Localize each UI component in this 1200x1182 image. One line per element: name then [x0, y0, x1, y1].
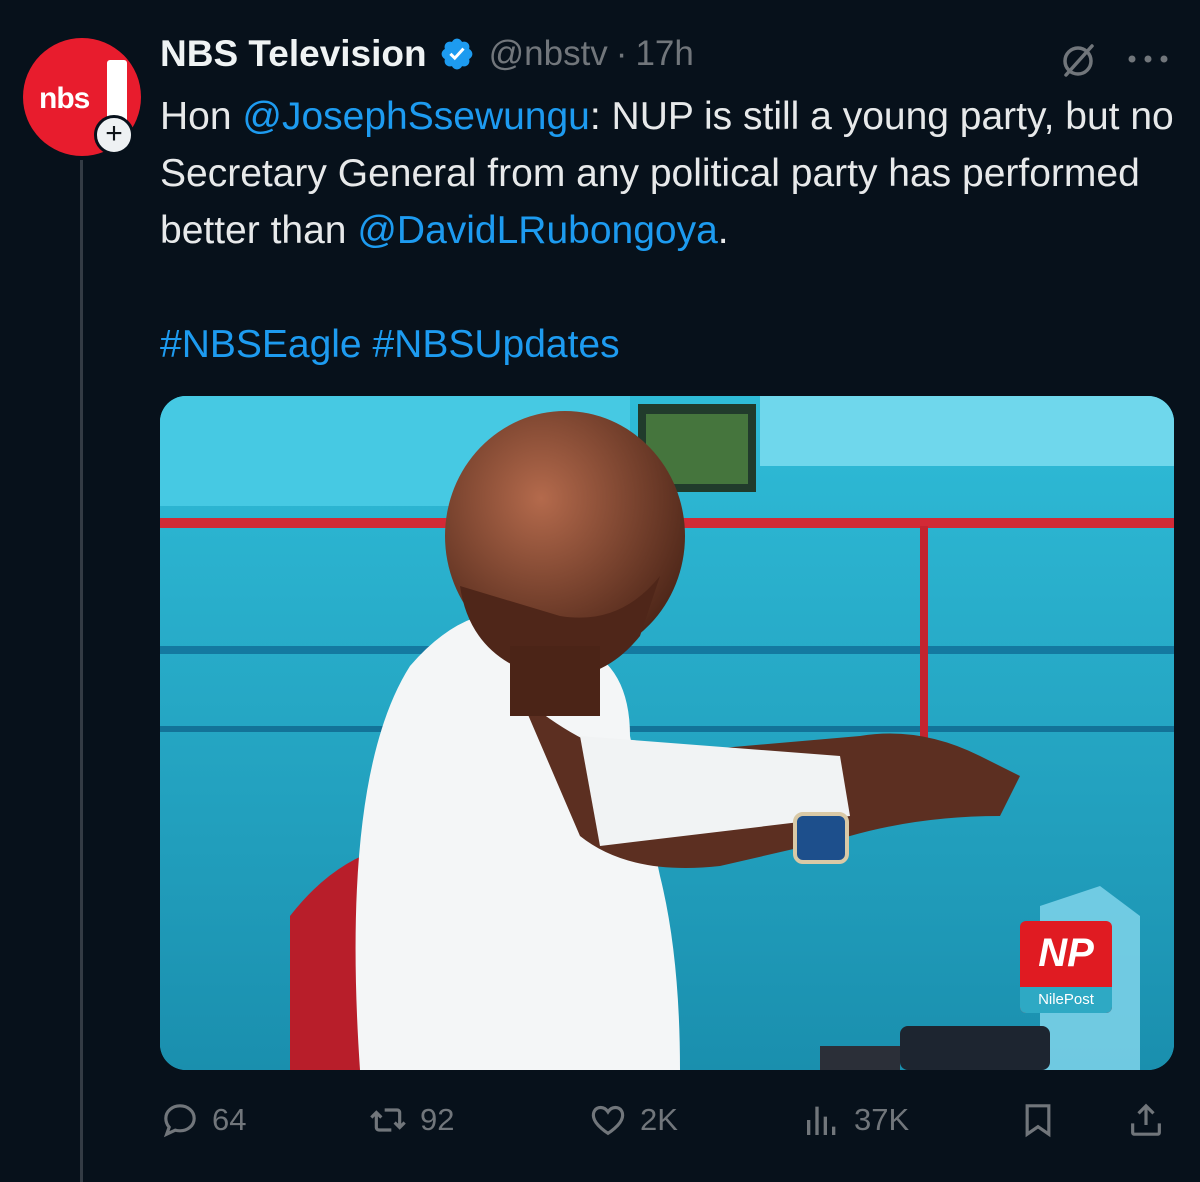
mention-link[interactable]: @JosephSsewungu [242, 95, 589, 138]
separator: · [615, 34, 628, 73]
share-icon [1131, 1103, 1161, 1136]
views-button[interactable]: 37K [802, 1090, 909, 1150]
hashtag-link[interactable]: #NBSUpdates [372, 323, 619, 366]
hashtags: #NBSEagle #NBSUpdates [160, 316, 620, 373]
bookmark-icon [1025, 1104, 1051, 1138]
action-bar: 64 92 2K 37K [160, 1090, 1180, 1150]
tweet-text-prefix: Hon [160, 95, 243, 138]
like-button[interactable]: 2K [588, 1090, 678, 1150]
nilepost-logo-name: NilePost [1020, 987, 1112, 1013]
handle[interactable]: @nbstv [489, 34, 608, 74]
nilepost-logo-letters: NP [1038, 931, 1094, 975]
more-dots-icon[interactable] [1126, 52, 1170, 66]
repost-count: 92 [420, 1102, 455, 1137]
reply-icon [163, 1104, 196, 1138]
display-name[interactable]: NBS Television [160, 33, 427, 75]
repost-icon [370, 1108, 406, 1132]
hashtag-link[interactable]: #NBSEagle [160, 323, 362, 366]
plus-icon: + [105, 117, 123, 150]
thread-line [80, 160, 83, 1182]
analytics-icon [807, 1106, 836, 1135]
like-count: 2K [640, 1102, 678, 1137]
bookmark-button[interactable] [1018, 1090, 1070, 1150]
heart-icon [591, 1105, 625, 1136]
avatar-logo-text: nbs [39, 82, 90, 115]
views-count: 37K [854, 1102, 910, 1137]
grok-icon[interactable] [1058, 40, 1098, 80]
verified-badge-icon [441, 38, 472, 70]
tweet-text-suffix: . [717, 209, 729, 252]
nilepost-logo: NP NilePost [1020, 921, 1112, 1013]
tweet-header: NBS Television @nbstv · 17h [160, 28, 694, 80]
mention-link[interactable]: @DavidLRubongoya [357, 209, 717, 252]
repost-button[interactable]: 92 [368, 1090, 454, 1150]
tweet-text: Hon @JosephSsewungu: NUP is still a youn… [160, 88, 1180, 259]
reply-count: 64 [212, 1102, 247, 1137]
reply-button[interactable]: 64 [160, 1090, 246, 1150]
timestamp[interactable]: 17h [635, 34, 693, 74]
follow-button[interactable]: + [94, 115, 134, 155]
share-button[interactable] [1126, 1090, 1178, 1150]
